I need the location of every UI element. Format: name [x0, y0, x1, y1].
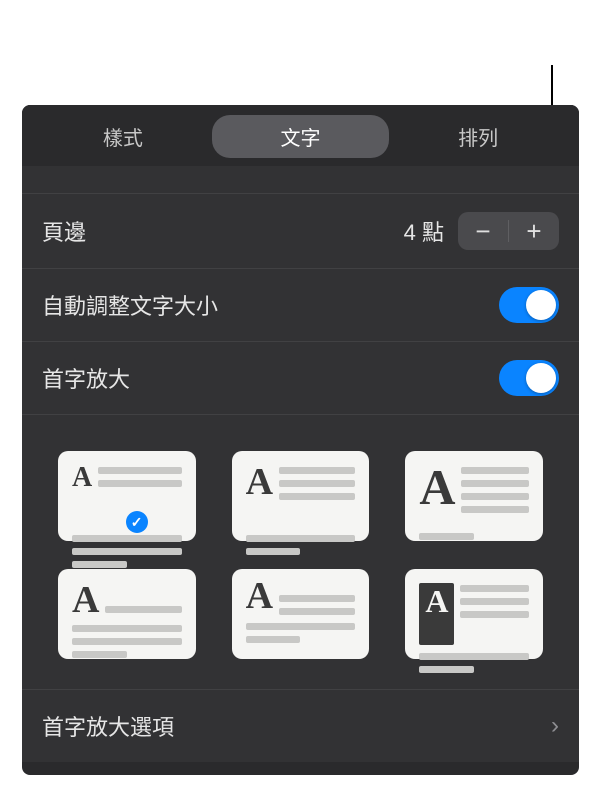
letter-a-icon: A	[246, 579, 273, 615]
dropcap-style-4[interactable]: A	[58, 569, 196, 659]
letter-a-icon: A	[425, 587, 448, 616]
preview-lines	[279, 583, 355, 615]
margin-row: 頁邊 4 點 − +	[22, 194, 579, 269]
preview-line	[105, 606, 181, 613]
tab-arrange[interactable]: 排列	[389, 115, 567, 158]
drop-cap-options-row[interactable]: 首字放大選項 ›	[22, 690, 579, 762]
drop-cap-style-grid: A ✓ A	[22, 415, 579, 690]
margin-label: 頁邊	[42, 215, 404, 247]
preview-lines	[279, 465, 355, 527]
drop-cap-toggle[interactable]	[499, 360, 559, 396]
toggle-knob	[526, 363, 556, 393]
partial-row-above	[22, 166, 579, 194]
preview-lines	[460, 583, 529, 645]
checkmark-icon: ✓	[126, 511, 148, 533]
auto-shrink-toggle[interactable]	[499, 287, 559, 323]
text-panel-content: 頁邊 4 點 − + 自動調整文字大小 首字放大	[22, 166, 579, 762]
letter-a-icon: A	[72, 583, 99, 617]
preview-lines-below	[246, 621, 356, 643]
dropcap-style-3[interactable]: A	[405, 451, 543, 541]
preview-lines-below	[419, 531, 529, 540]
preview-lines-below	[72, 623, 182, 658]
letter-a-icon: A	[419, 465, 455, 527]
auto-shrink-label: 自動調整文字大小	[42, 289, 499, 321]
dropcap-style-6[interactable]: A	[405, 569, 543, 659]
preview-lines-below	[419, 651, 529, 673]
letter-a-icon: A	[246, 465, 273, 527]
drop-cap-options-label: 首字放大選項	[42, 710, 551, 742]
preview-lines	[461, 465, 529, 527]
dropcap-style-5[interactable]: A	[232, 569, 370, 659]
inverted-letter-box: A	[419, 583, 454, 645]
drop-cap-row: 首字放大	[22, 342, 579, 415]
chevron-right-icon: ›	[551, 712, 559, 740]
panel-tabs: 樣式 文字 排列	[22, 105, 579, 166]
format-panel: 樣式 文字 排列 頁邊 4 點 − + 自動調整文字大小	[22, 105, 579, 775]
toggle-knob	[526, 290, 556, 320]
dropcap-style-1[interactable]: A ✓	[58, 451, 196, 541]
dropcap-style-2[interactable]: A	[232, 451, 370, 541]
margin-stepper: − +	[458, 212, 559, 250]
drop-cap-label: 首字放大	[42, 362, 499, 394]
preview-lines-below	[246, 533, 356, 555]
tab-style[interactable]: 樣式	[34, 115, 212, 158]
preview-lines-below	[72, 533, 182, 568]
auto-shrink-row: 自動調整文字大小	[22, 269, 579, 342]
tab-text[interactable]: 文字	[212, 115, 390, 158]
margin-increase-button[interactable]: +	[509, 212, 559, 250]
margin-decrease-button[interactable]: −	[458, 212, 508, 250]
margin-value: 4 點	[404, 215, 444, 247]
letter-a-icon: A	[72, 465, 92, 527]
